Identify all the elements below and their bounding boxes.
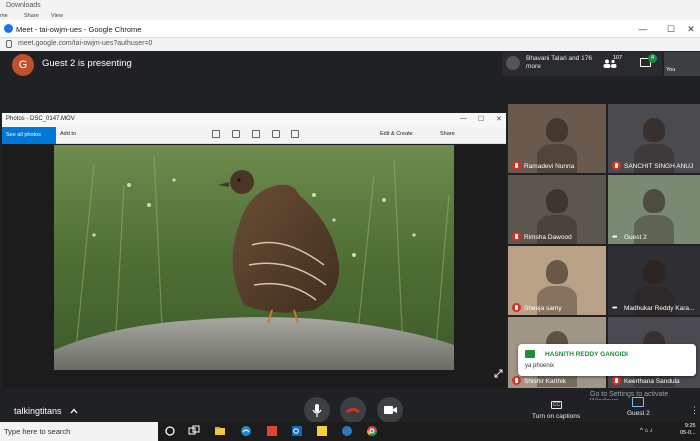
participant-name: Shishir Karthik (524, 378, 566, 385)
explorer-menu-view[interactable]: View (51, 13, 63, 19)
participant-silhouette (546, 260, 568, 284)
mic-off-icon (512, 232, 521, 241)
expand-icon[interactable] (494, 369, 503, 378)
chevron-up-icon[interactable] (70, 408, 78, 414)
mic-button[interactable] (304, 397, 330, 423)
mic-icon (312, 404, 322, 417)
edge-legacy-icon[interactable] (341, 425, 353, 437)
photos-maximize-button[interactable]: ☐ (478, 115, 484, 123)
meeting-name: talkingtitans (14, 406, 62, 416)
participant-tile[interactable]: Sheeja samy (508, 246, 606, 315)
participant-name: Madhukar Reddy Kara... (624, 305, 695, 312)
photos-close-button[interactable]: ✕ (496, 115, 502, 123)
audio-activity-icon: ••• (612, 234, 617, 241)
chat-sender: HASNITH REDDY GANGIDI (545, 351, 628, 358)
participant-name: Ramadevi Nunna (524, 163, 575, 170)
participant-name: Sheeja samy (524, 305, 562, 312)
add-to-button[interactable]: Add to (60, 131, 76, 137)
url-text[interactable]: meet.google.com/tai-owjm-ues?authuser=0 (18, 40, 152, 47)
captions-icon[interactable]: CC (551, 401, 562, 409)
browser-title-bar: Meet - tai-owjm-ues - Google Chrome — ☐ … (0, 20, 700, 38)
people-count: 107 (613, 55, 623, 61)
edit-create-button[interactable]: Edit & Create (380, 131, 413, 137)
chat-icon (525, 350, 535, 358)
audio-activity-icon: ••• (612, 305, 617, 312)
participant-tile[interactable]: ••• Madhukar Reddy Kara... (608, 246, 700, 315)
participant-name: Guest 2 (624, 234, 647, 241)
participant-avatar (506, 56, 520, 70)
participant-name: Keerthana Sandula (624, 378, 680, 385)
minimize-button[interactable]: — (636, 23, 650, 35)
participant-tile[interactable]: SANCHIT SINGH ANUJ (608, 104, 700, 173)
presenting-banner: Guest 2 is presenting (42, 58, 132, 69)
address-bar[interactable]: meet.google.com/tai-owjm-ues?authuser=0 (0, 38, 700, 51)
rotate-icon[interactable] (272, 130, 280, 138)
task-view-icon[interactable] (188, 425, 200, 437)
favorite-icon[interactable] (252, 130, 260, 138)
photos-minimize-button[interactable]: — (460, 115, 467, 122)
mic-off-icon (512, 303, 521, 312)
zoom-icon[interactable] (212, 130, 220, 138)
taskbar-search-placeholder[interactable]: Type here to search (4, 427, 70, 436)
system-clock[interactable]: 9:25 05-0... (680, 423, 696, 437)
participant-name: SANCHIT SINGH ANUJ (624, 163, 694, 170)
explorer-title: Downloads (6, 2, 41, 9)
quail-photo (54, 145, 454, 370)
participant-tile[interactable]: ••• Guest 2 (608, 175, 700, 244)
self-view-label: You (666, 67, 676, 73)
edge-icon[interactable] (240, 425, 252, 437)
meet-logo-icon (4, 24, 13, 33)
chat-notification[interactable] (518, 344, 696, 376)
participant-silhouette (643, 118, 665, 142)
anydesk-icon[interactable] (266, 425, 278, 437)
system-date: 05-0... (680, 430, 696, 436)
presenter-button-label[interactable]: Guest 2 (627, 410, 650, 417)
more-vert-icon[interactable]: ⋮ (690, 405, 699, 416)
participant-silhouette (643, 189, 665, 213)
photos-window-title: Photos - DSC_0147.MOV (6, 116, 75, 122)
mic-off-icon (512, 161, 521, 170)
explorer-menu-item[interactable]: me (0, 13, 8, 19)
presenter-avatar: G (12, 54, 34, 76)
camera-icon (384, 406, 397, 414)
explorer-window-strip: Downloads me Share View (0, 0, 700, 20)
participants-summary-text: Bhavani Talari and 176 more (526, 55, 593, 70)
mic-off-icon (612, 376, 621, 385)
cortana-icon[interactable] (164, 425, 176, 437)
mic-off-icon (612, 161, 621, 170)
participant-tile[interactable]: Rimsha Dawood (508, 175, 606, 244)
chat-unread-badge: 4 (648, 54, 657, 63)
mic-off-icon (512, 376, 521, 385)
camera-button[interactable] (377, 397, 403, 423)
explorer-icon[interactable] (214, 425, 226, 437)
participant-tile[interactable]: Ramadevi Nunna (508, 104, 606, 173)
close-button[interactable]: ✕ (684, 23, 698, 35)
participant-silhouette (546, 118, 568, 142)
chat-message: ya phoenix (525, 363, 555, 369)
see-all-photos-button[interactable]: See all photos (2, 127, 56, 144)
explorer-menu-share[interactable]: Share (24, 13, 39, 19)
lock-icon (6, 40, 12, 48)
share-button[interactable]: Share (440, 131, 455, 137)
browser-window-title: Meet - tai-owjm-ues - Google Chrome (16, 25, 142, 34)
maximize-button[interactable]: ☐ (664, 23, 678, 35)
participant-name: Rimsha Dawood (524, 234, 572, 241)
delete-icon[interactable] (232, 130, 240, 138)
chrome-icon[interactable] (366, 425, 378, 437)
end-call-icon (346, 408, 360, 413)
present-icon[interactable] (632, 397, 644, 407)
captions-button-label[interactable]: Turn on captions (532, 413, 580, 420)
system-tray[interactable]: ^ ⌂ ♪ (640, 428, 653, 434)
crop-icon[interactable] (291, 130, 299, 138)
sticky-notes-icon[interactable] (316, 425, 328, 437)
end-call-button[interactable] (340, 397, 366, 423)
outlook-icon[interactable] (291, 425, 303, 437)
system-time: 9:25 (684, 423, 696, 429)
participant-silhouette (643, 260, 665, 284)
participant-silhouette (546, 189, 568, 213)
photos-title-bar: Photos - DSC_0147.MOV — ☐ ✕ (2, 113, 506, 127)
